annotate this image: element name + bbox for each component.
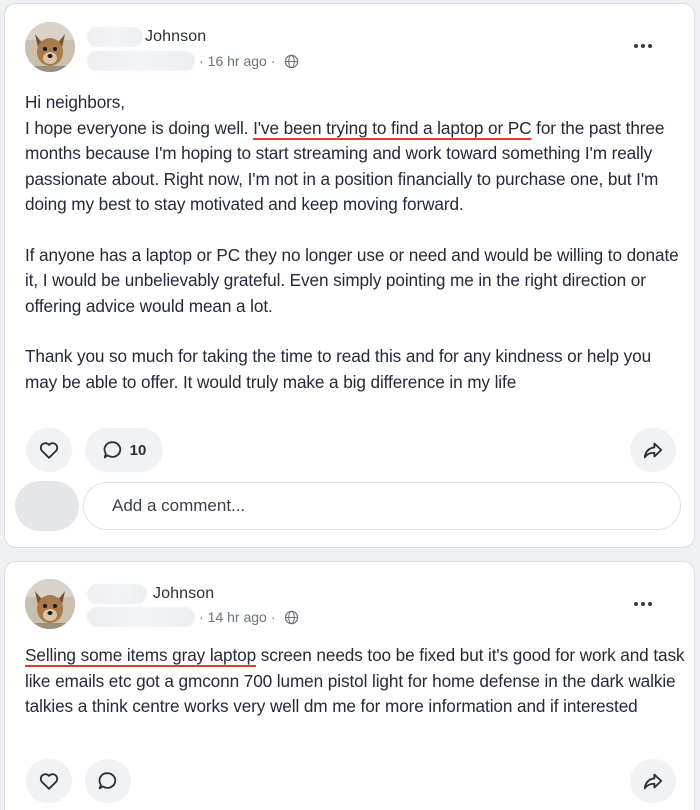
post-timestamp[interactable]: 16 hr ago (208, 53, 267, 69)
highlighted-phrase: Selling some items gray laptop (25, 645, 257, 665)
author-name[interactable]: Johnson (145, 28, 206, 46)
more-options-icon[interactable] (628, 594, 658, 614)
comment-button[interactable]: 10 (85, 428, 163, 472)
redacted-first-name (87, 584, 147, 604)
like-button[interactable] (26, 428, 72, 472)
redacted-location (87, 607, 195, 627)
greeting: Hi neighbors, (25, 92, 125, 112)
like-button[interactable] (26, 759, 72, 803)
share-button[interactable] (630, 428, 676, 472)
comment-count: 10 (129, 441, 147, 459)
post-text: Selling some items gray laptop screen ne… (25, 645, 685, 716)
author-avatar[interactable] (25, 22, 75, 72)
globe-icon (284, 54, 298, 68)
post-meta: · 14 hr ago · (87, 606, 299, 628)
paragraph-1: I hope everyone is doing well. I've been… (25, 117, 665, 215)
comment-button[interactable] (85, 759, 131, 803)
author-row: Johnson (87, 26, 206, 48)
globe-icon (284, 610, 298, 624)
share-button[interactable] (630, 759, 676, 803)
dog-photo (25, 22, 75, 72)
post-body: Selling some items gray laptop screen ne… (25, 643, 685, 720)
post-timestamp[interactable]: 14 hr ago (208, 609, 267, 625)
paragraph-3: Thank you so much for taking the time to… (25, 346, 652, 392)
share-arrow-icon (643, 773, 663, 790)
redacted-first-name (87, 27, 143, 47)
highlighted-phrase: I've been trying to find a laptop or PC (253, 117, 532, 138)
paragraph-2: If anyone has a laptop or PC they no lon… (25, 244, 679, 316)
comment-input[interactable]: Add a comment... (83, 482, 681, 530)
author-avatar[interactable] (25, 579, 75, 629)
post-card: Johnson · 14 hr ago · Selling some items… (4, 561, 695, 810)
author-name[interactable]: Johnson (153, 585, 214, 603)
heart-icon (39, 773, 59, 790)
redacted-location (87, 51, 195, 71)
comment-bubble-icon (103, 441, 121, 459)
dog-photo (25, 579, 75, 629)
share-arrow-icon (643, 442, 663, 459)
post-body: Hi neighbors, I hope everyone is doing w… (25, 90, 685, 395)
more-options-icon[interactable] (628, 36, 658, 56)
post-card: Johnson · 16 hr ago · Hi neighbors, I ho… (4, 3, 695, 548)
author-row: Johnson (87, 583, 214, 605)
current-user-avatar (15, 481, 79, 531)
comment-bubble-icon (98, 772, 117, 790)
heart-icon (39, 442, 59, 459)
post-meta: · 16 hr ago · (87, 50, 299, 72)
